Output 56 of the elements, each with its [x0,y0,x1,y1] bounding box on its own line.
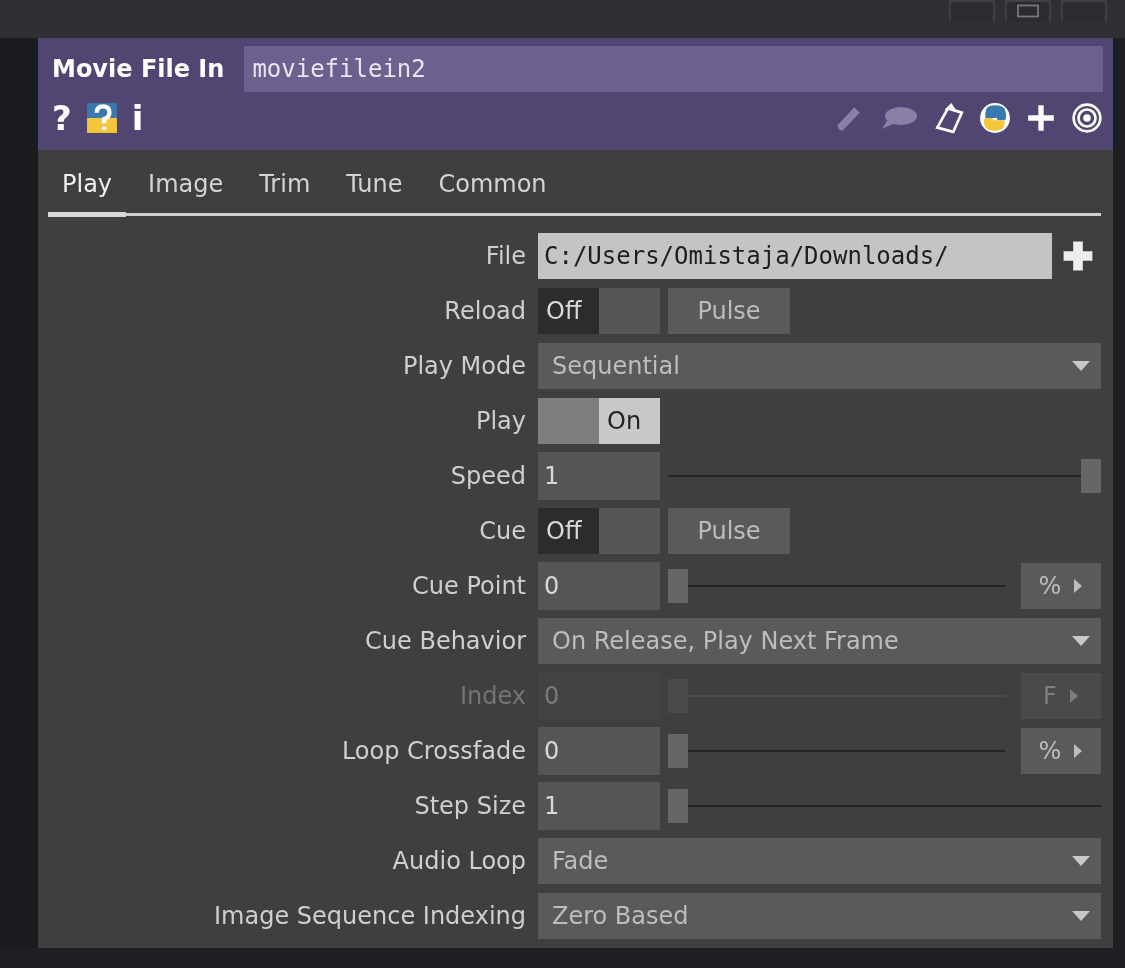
parameter-label: Image Sequence Indexing [213,901,527,930]
slider-handle[interactable] [1081,458,1101,493]
value-field[interactable]: 1 [538,451,660,500]
slider-handle[interactable] [668,568,688,603]
parameter-label: Cue [478,516,527,545]
info-button[interactable]: i [131,98,144,138]
parameter-label: Loop Crossfade [340,736,527,765]
clipboard-icon[interactable] [933,102,965,134]
tab[interactable]: Tune [332,164,417,217]
pulse-button[interactable]: Pulse [668,287,790,334]
dropdown-menu[interactable]: On Release, Play Next Frame [538,617,1101,664]
tab[interactable]: Image [134,164,238,217]
parameter-label: Cue Behavior [364,626,527,655]
play-arrow-icon [1073,577,1084,594]
tab[interactable]: Play [48,164,127,217]
tab[interactable]: Trim [245,164,325,217]
slider-track[interactable] [668,568,1005,603]
unit-button[interactable]: % [1021,562,1101,609]
operator-type: Movie File In [52,55,225,83]
slider-handle[interactable] [668,733,688,768]
tab[interactable]: Common [424,164,561,217]
slider-track[interactable] [668,788,1101,823]
pulse-button[interactable]: Pulse [668,507,790,554]
python-icon[interactable] [979,102,1011,134]
window-button-icon[interactable] [947,0,997,22]
parameter-label: File [484,241,527,270]
parameter-label: Step Size [413,791,527,820]
parameter-label: Cue Point [411,571,527,600]
dropdown-menu[interactable]: Fade [538,837,1101,884]
dropdown-menu[interactable]: Zero Based [538,892,1101,939]
caret-icon [1071,359,1091,372]
play-arrow-icon [1073,742,1084,759]
slider-track[interactable] [668,458,1101,493]
file-path-field[interactable]: C:/Users/Omistaja/Downloads/ [538,232,1052,279]
value-field[interactable]: 0 [538,561,660,610]
parameter-label: Reload [443,296,527,325]
slider-track[interactable] [668,733,1005,768]
parameter-label: Play Mode [401,351,527,380]
parameter-label: Speed [449,461,527,490]
parameter-label: Audio Loop [391,846,527,875]
caret-icon [1071,909,1091,922]
window-button-icon[interactable] [1059,0,1109,22]
value-field[interactable]: 1 [538,781,660,830]
python-help-icon[interactable] [85,102,118,134]
caret-icon [1071,634,1091,647]
window-button-icon[interactable] [1003,0,1053,22]
target-icon[interactable] [1071,102,1103,134]
parameter-label: Play [474,406,527,435]
caret-icon [1071,854,1091,867]
slider-handle[interactable] [668,788,688,823]
dropdown-menu[interactable]: Sequential [538,342,1101,389]
name-field[interactable]: moviefilein2 [244,46,1103,92]
unit-button[interactable]: % [1021,727,1101,774]
value-field[interactable]: 0 [538,726,660,775]
play-arrow-icon [1068,687,1079,704]
help-button[interactable]: ? [52,98,72,138]
